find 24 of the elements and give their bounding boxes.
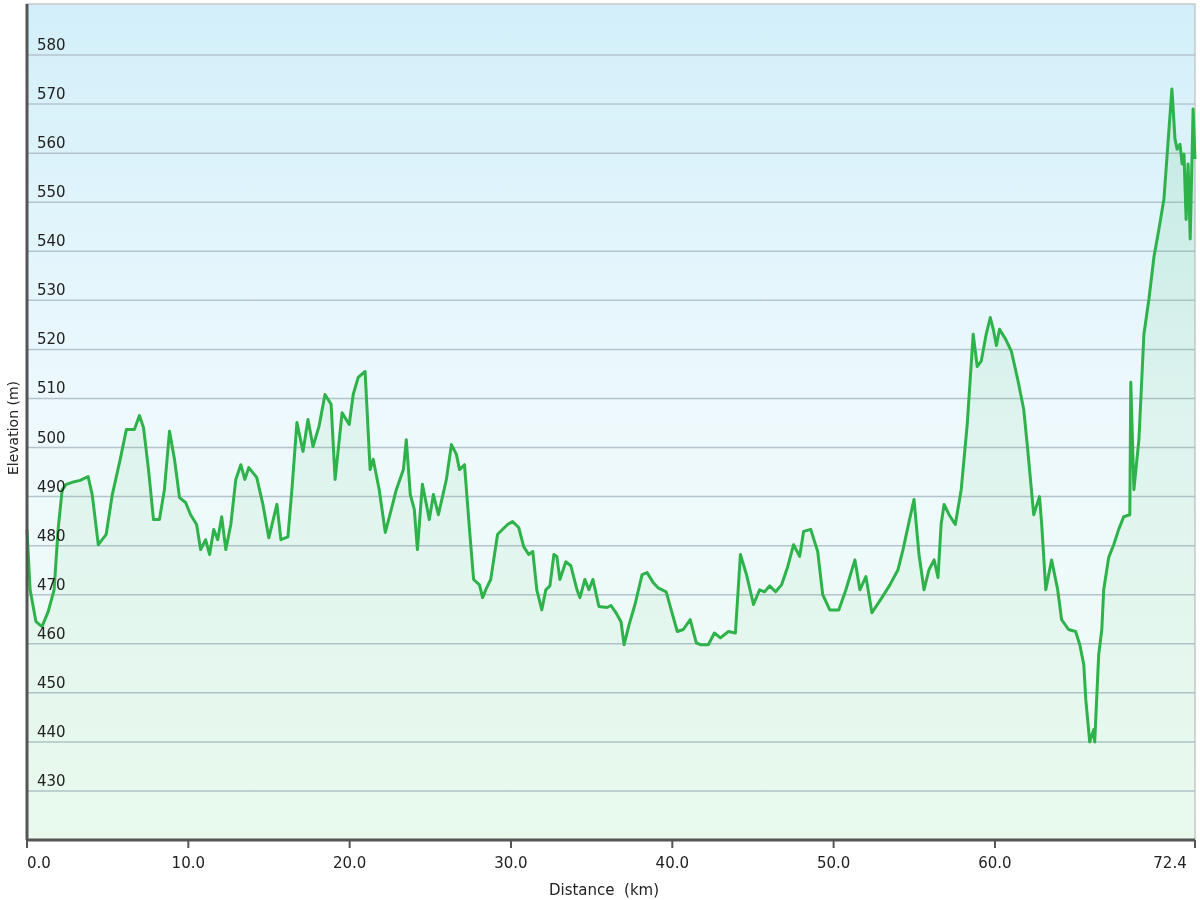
y-axis-label: Elevation (m) (5, 381, 21, 475)
x-tick-label: 10.0 (171, 854, 206, 872)
y-tick-label: 560 (37, 134, 66, 153)
x-tick-label: 40.0 (655, 854, 689, 872)
x-tick-label: 72.4 (1153, 854, 1187, 872)
y-tick-label: 580 (37, 36, 66, 54)
y-tick-label: 450 (37, 673, 66, 692)
x-axis-label: Distance (km) (548, 881, 660, 899)
y-tick-label: 440 (37, 722, 66, 741)
x-tick-label: 60.0 (978, 854, 1012, 872)
x-tick-label: 30.0 (494, 854, 528, 872)
y-tick-label: 430 (37, 771, 66, 790)
y-tick-label: 500 (37, 428, 66, 447)
x-tick-label: 0.0 (27, 854, 51, 872)
x-tick-label: 50.0 (816, 854, 851, 872)
y-tick-label: 490 (37, 477, 66, 496)
y-tick-label: 520 (37, 330, 66, 349)
y-tick-label: 460 (37, 624, 66, 643)
y-tick-label: 530 (37, 281, 66, 300)
x-tick-label: 20.0 (332, 854, 367, 872)
y-tick-label: 570 (37, 85, 66, 104)
y-tick-label: 550 (37, 183, 66, 202)
y-tick-label: 510 (37, 379, 66, 398)
y-tick-label: 540 (37, 232, 66, 251)
